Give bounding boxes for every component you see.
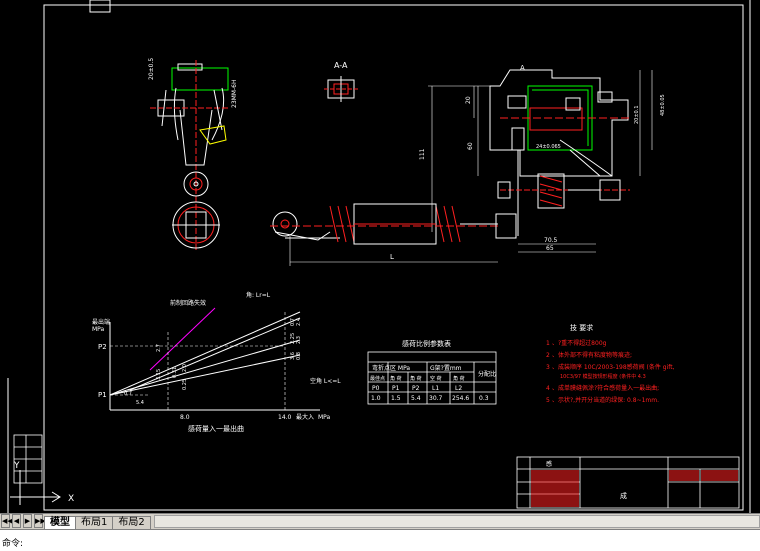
svg-text:、?重不得超过800g: 、?重不得超过800g bbox=[552, 339, 607, 347]
svg-text:0.3: 0.3 bbox=[479, 395, 489, 402]
svg-text:、示状?,并开分当道的绿保: 0.8~1mm.: 、示状?,并开分当道的绿保: 0.8~1mm. bbox=[552, 396, 659, 404]
command-line[interactable]: 命令: bbox=[0, 529, 760, 551]
x-unit: MPa bbox=[318, 414, 331, 421]
x-tick-1: 8.0 bbox=[180, 414, 190, 421]
svg-text:最佳点: 最佳点 bbox=[370, 375, 385, 382]
svg-text:角 荷: 角 荷 bbox=[410, 375, 422, 382]
left-margin-block bbox=[13, 434, 43, 484]
svg-text:23MM-6H: 23MM-6H bbox=[231, 80, 238, 108]
vlabels-right: 0.7 2.25 3.6 2.3 0.8 2.4 bbox=[290, 318, 302, 360]
param-table-text: 感荷比例参数表 弯折点区 MPa G架?置mm 分配比 最佳点 角 荷 角 荷 … bbox=[370, 339, 496, 402]
svg-text:0.8: 0.8 bbox=[296, 352, 302, 360]
spring-linkage: L bbox=[270, 203, 517, 266]
svg-text:空 荷: 空 荷 bbox=[430, 375, 442, 382]
svg-text:30.7: 30.7 bbox=[429, 395, 443, 402]
svg-text:20±0.1: 20±0.1 bbox=[634, 105, 640, 124]
corner-box bbox=[89, 0, 111, 13]
characteristic-chart: 最出端 MPa P2 P1 8.0 14.0 最大入 MPa 感荷量入一最出曲 … bbox=[92, 291, 341, 433]
svg-text:60: 60 bbox=[467, 142, 474, 150]
svg-text:A: A bbox=[520, 64, 525, 72]
y-axis-label: 最出端 bbox=[92, 318, 110, 326]
title-block-name: 感 bbox=[546, 460, 552, 468]
svg-text:5: 5 bbox=[546, 397, 550, 404]
svg-text:L1: L1 bbox=[432, 385, 439, 392]
svg-text:70.5: 70.5 bbox=[544, 237, 558, 244]
svg-text:48±0.05: 48±0.05 bbox=[660, 94, 666, 116]
x-tick-2: 14.0 bbox=[278, 414, 292, 421]
svg-text:0.25: 0.25 bbox=[182, 379, 188, 390]
svg-text:10C3/97 模型按规形程度 (条件中 4.3: 10C3/97 模型按规形程度 (条件中 4.3 bbox=[560, 373, 646, 380]
svg-text:分配比: 分配比 bbox=[478, 370, 496, 378]
annotation-2: 角: Lr=L bbox=[246, 291, 271, 299]
svg-text:L2: L2 bbox=[455, 385, 462, 392]
svg-text:1.0: 1.0 bbox=[371, 395, 381, 402]
svg-text:角 荷: 角 荷 bbox=[453, 375, 465, 382]
command-prompt: 命令: bbox=[2, 539, 24, 549]
svg-text:3.15: 3.15 bbox=[156, 369, 162, 380]
svg-text:4: 4 bbox=[546, 385, 550, 392]
svg-text:254.6: 254.6 bbox=[452, 395, 469, 402]
svg-text:P2: P2 bbox=[412, 385, 420, 392]
vlabels-left: 2.7 3.15 0.31 2.0 0.25 bbox=[156, 344, 188, 390]
svg-text:20±0.5: 20±0.5 bbox=[148, 58, 155, 80]
tab-nav-next-button[interactable]: ▶ bbox=[23, 514, 32, 528]
svg-text:2: 2 bbox=[546, 352, 550, 359]
svg-text:24±0.065: 24±0.065 bbox=[536, 144, 561, 150]
tab-nav-first-button[interactable]: ◀◀ bbox=[1, 514, 13, 528]
p2-label: P2 bbox=[98, 343, 107, 351]
svg-text:1.5: 1.5 bbox=[391, 395, 401, 402]
requirements: 技 要求 1 、?重不得超过800g 2 、体外部不得有粘度物等痕迹; 3 、成… bbox=[546, 323, 675, 404]
tab-layout-2[interactable]: 布局2 bbox=[112, 516, 151, 529]
drawing-canvas[interactable]: 20±0.5 23MM-6H A-A 111 60 20 24±0.065 70… bbox=[0, 0, 760, 513]
chart-title: 感荷量入一最出曲 bbox=[188, 424, 244, 433]
svg-text:P1: P1 bbox=[392, 385, 400, 392]
x-axis-caption: 最大入 bbox=[296, 413, 314, 421]
section-label: A-A bbox=[334, 61, 348, 70]
svg-text:65: 65 bbox=[546, 245, 554, 252]
svg-text:、体外部不得有粘度物等痕迹;: 、体外部不得有粘度物等痕迹; bbox=[552, 351, 632, 359]
param-table-title: 感荷比例参数表 bbox=[402, 339, 451, 348]
tab-nav-last-button[interactable]: ▶▶ bbox=[34, 514, 46, 528]
tab-layout-1[interactable]: 布局1 bbox=[75, 516, 114, 529]
svg-text:5.4: 5.4 bbox=[411, 395, 421, 402]
svg-text:2.3: 2.3 bbox=[296, 336, 302, 344]
tab-nav-prev-button[interactable]: ◀ bbox=[12, 514, 21, 528]
svg-text:2.7: 2.7 bbox=[156, 344, 162, 352]
title-block-main: 成 bbox=[620, 491, 627, 500]
svg-text:、成装顺序 10C/2003-198感荷阀 (条件 gift: 、成装顺序 10C/2003-198感荷阀 (条件 gift, bbox=[552, 363, 675, 371]
svg-text:3: 3 bbox=[546, 364, 550, 371]
p1-label: P1 bbox=[98, 391, 107, 399]
annotation-1: 前制回路失效 bbox=[170, 299, 206, 307]
svg-text:X: X bbox=[68, 494, 74, 504]
y-unit: MPa bbox=[92, 326, 105, 333]
svg-text:G架?置mm: G架?置mm bbox=[430, 364, 462, 372]
layout-tabs-bar: ◀◀ ◀ ▶ ▶▶ 模型 布局1 布局2 bbox=[0, 513, 760, 529]
tab-model[interactable]: 模型 bbox=[44, 516, 76, 529]
cad-drawing: 20±0.5 23MM-6H A-A 111 60 20 24±0.065 70… bbox=[7, 0, 751, 513]
svg-text:Y: Y bbox=[13, 461, 20, 471]
left-view: 20±0.5 23MM-6H bbox=[148, 58, 238, 250]
svg-text:2.4: 2.4 bbox=[296, 318, 302, 326]
requirements-title: 技 要求 bbox=[570, 323, 593, 332]
title-block-fills bbox=[531, 470, 738, 507]
annotation-3: 空角 L<=L bbox=[310, 377, 341, 385]
svg-text:L: L bbox=[390, 253, 394, 261]
svg-text:P0: P0 bbox=[372, 385, 380, 392]
svg-text:0.31: 0.31 bbox=[172, 367, 178, 378]
svg-text:、成单膜缝佩涂?符合感荷量入一最出曲;: 、成单膜缝佩涂?符合感荷量入一最出曲; bbox=[552, 384, 659, 392]
svg-text:2.0: 2.0 bbox=[182, 364, 188, 372]
svg-text:弯折点区 MPa: 弯折点区 MPa bbox=[372, 364, 410, 372]
svg-text:5.4: 5.4 bbox=[136, 400, 144, 406]
svg-text:111: 111 bbox=[419, 148, 426, 160]
section-a-a: A-A bbox=[324, 61, 358, 102]
svg-text:0.7: 0.7 bbox=[124, 391, 132, 397]
svg-text:20: 20 bbox=[465, 96, 472, 104]
horizontal-scrollbar[interactable] bbox=[153, 515, 760, 528]
svg-text:1: 1 bbox=[546, 340, 550, 347]
svg-text:角 荷: 角 荷 bbox=[390, 375, 402, 382]
